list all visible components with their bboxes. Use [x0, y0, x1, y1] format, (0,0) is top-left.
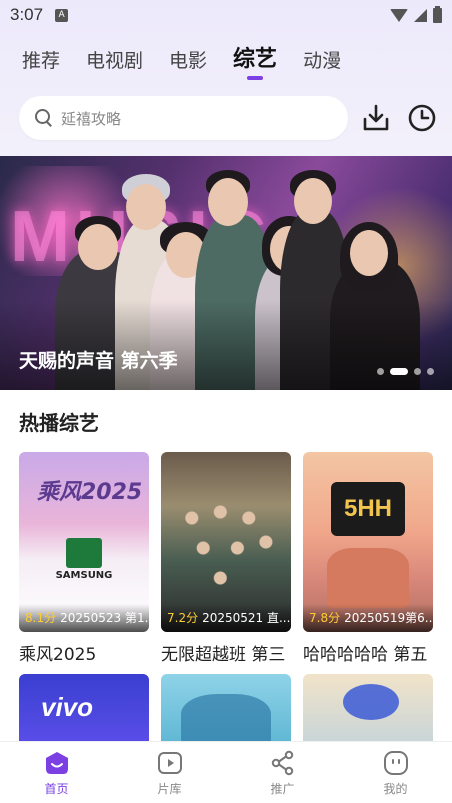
show-card[interactable]: [161, 674, 291, 744]
tab-tv-series[interactable]: 电视剧: [86, 46, 143, 80]
poster-art: [181, 694, 271, 744]
banner-title: 天赐的声音 第六季: [19, 350, 178, 372]
status-bar: 3:07 A: [0, 0, 452, 30]
show-poster: 乘风2025 SAMSUNG 8.1分 20250523 第1...: [19, 452, 149, 632]
nav-label: 推广: [270, 782, 295, 796]
nav-label: 我的: [383, 782, 408, 796]
nav-profile[interactable]: 我的: [339, 742, 452, 803]
card-score: 7.8分: [309, 611, 341, 625]
status-time: 3:07: [10, 5, 44, 24]
show-card[interactable]: 7.2分 20250521 直... 无限超越班 第三: [161, 452, 291, 665]
tab-movies[interactable]: 电影: [169, 46, 207, 80]
search-input[interactable]: 延禧攻略: [19, 96, 348, 140]
card-title: 乘风2025: [19, 645, 97, 665]
wifi-icon: [390, 8, 408, 22]
nav-library[interactable]: 片库: [113, 742, 226, 803]
poster-logo: [66, 538, 102, 568]
download-icon: [363, 104, 389, 131]
app-screen: 3:07 A 推荐 电视剧 电影 综艺 动漫 延禧攻略 MUSI: [0, 0, 452, 803]
card-title: 哈哈哈哈哈 第五: [303, 645, 428, 665]
battery-icon: [433, 5, 442, 23]
card-score: 7.2分: [167, 611, 199, 625]
card-score: 8.1分: [25, 611, 57, 625]
show-card[interactable]: 乘风2025 SAMSUNG 8.1分 20250523 第1... 乘风202…: [19, 452, 149, 665]
search-icon: [35, 109, 53, 127]
show-card[interactable]: vivo: [19, 674, 149, 744]
share-icon: [271, 750, 293, 776]
search-placeholder: 延禧攻略: [61, 109, 122, 128]
pagination-dot[interactable]: [377, 368, 384, 375]
status-indicators: [390, 5, 442, 23]
tab-recommend[interactable]: 推荐: [22, 46, 60, 80]
profile-icon: [383, 751, 408, 775]
card-title: 无限超越班 第三: [161, 645, 286, 665]
show-card[interactable]: 5HH 7.8分 20250519第6... 哈哈哈哈哈 第五: [303, 452, 433, 665]
show-poster: 7.2分 20250521 直...: [161, 452, 291, 632]
history-icon: [408, 104, 436, 132]
card-episode: 20250519第6...: [344, 611, 433, 625]
pagination-dot-active[interactable]: [390, 368, 408, 375]
download-button[interactable]: [360, 102, 392, 134]
poster-sponsor: SAMSUNG: [55, 570, 113, 581]
poster-logo: vivo: [41, 692, 94, 722]
banner-shade: [0, 300, 452, 390]
featured-banner[interactable]: MUSIC 天赐的声音 第六季: [0, 156, 452, 390]
card-meta: 7.8分 20250519第6...: [303, 604, 433, 632]
show-poster: 5HH 7.8分 20250519第6...: [303, 452, 433, 632]
section-title: 热播综艺: [19, 411, 99, 435]
nav-home[interactable]: 首页: [0, 742, 113, 803]
category-tabs: 推荐 电视剧 电影 综艺 动漫: [22, 46, 367, 86]
pagination-dot[interactable]: [414, 368, 421, 375]
nav-label: 片库: [157, 782, 182, 796]
card-episode: 20250521 直...: [202, 611, 291, 625]
poster-title-art: 乘风2025: [37, 480, 143, 505]
card-episode: 20250523 第1...: [60, 611, 149, 625]
video-library-icon: [157, 752, 182, 774]
bottom-navigation: 首页 片库 推广 我的: [0, 741, 452, 803]
history-button[interactable]: [406, 102, 438, 134]
nav-promote[interactable]: 推广: [226, 742, 339, 803]
show-card[interactable]: [303, 674, 433, 744]
signal-icon: [414, 8, 427, 22]
tab-anime[interactable]: 动漫: [303, 46, 341, 80]
card-meta: 7.2分 20250521 直...: [161, 604, 291, 632]
banner-pagination: [377, 368, 434, 375]
tab-variety[interactable]: 综艺: [233, 46, 277, 80]
poster-crowd: [169, 482, 283, 602]
poster-rock: [327, 548, 409, 608]
notification-icon: A: [55, 8, 69, 22]
poster-logo: 5HH: [331, 482, 405, 536]
card-meta: 8.1分 20250523 第1...: [19, 604, 149, 632]
pagination-dot[interactable]: [427, 368, 434, 375]
home-icon: [45, 752, 68, 774]
poster-art: [343, 684, 399, 720]
nav-label: 首页: [44, 782, 69, 796]
